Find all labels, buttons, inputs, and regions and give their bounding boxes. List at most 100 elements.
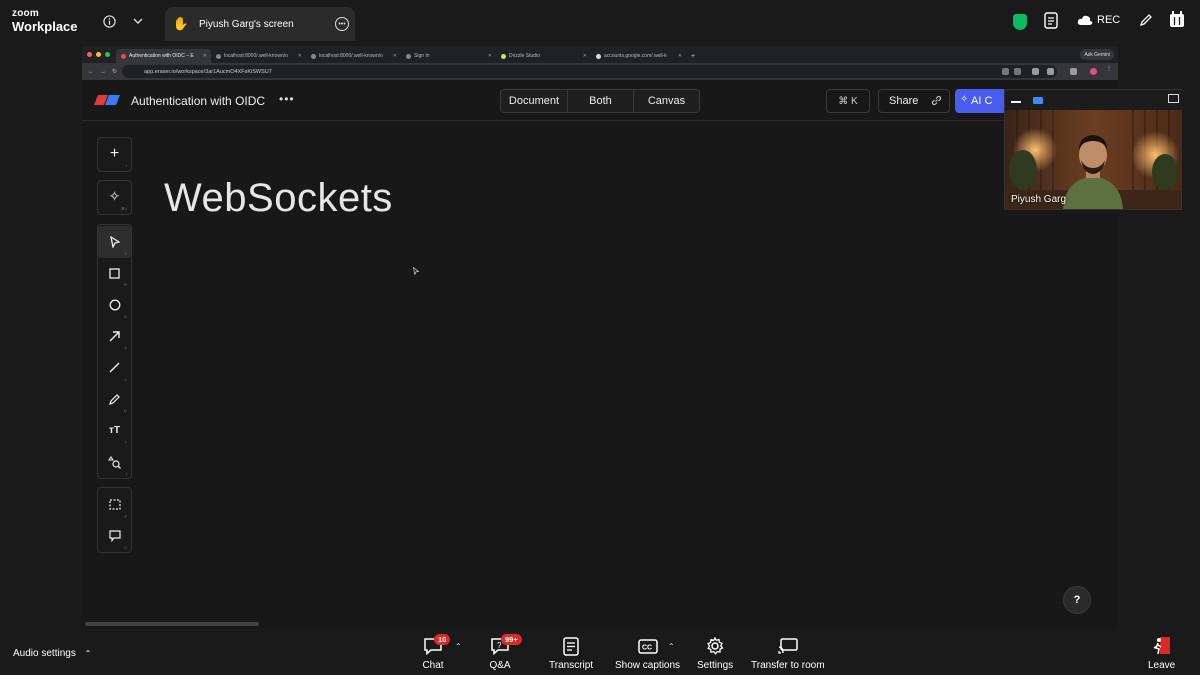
pencil-tool-button[interactable]: D — [98, 384, 131, 416]
add-button[interactable]: + / — [98, 138, 131, 170]
cloud-record-indicator[interactable]: REC — [1077, 14, 1120, 26]
comment-tool-button[interactable]: C — [98, 521, 131, 553]
canvas-ai-toolbar: ✧ ⌘J — [97, 180, 132, 215]
ai-diagram-button[interactable]: ✧ ⌘J — [98, 181, 131, 213]
chat-options-chevron-icon[interactable]: ⌃ — [455, 642, 462, 651]
svg-text:CC: CC — [642, 644, 652, 651]
ask-gemini-button[interactable]: Ask Gemini — [1080, 49, 1114, 60]
minimize-video-icon[interactable] — [1011, 101, 1021, 103]
view-mode-document[interactable]: Document — [501, 90, 568, 112]
close-tab-icon[interactable]: ✕ — [393, 53, 397, 59]
close-tab-icon[interactable]: ✕ — [678, 53, 682, 59]
annotate-pencil-icon[interactable] — [1139, 13, 1153, 27]
security-shield-icon[interactable] — [1013, 14, 1027, 30]
audio-settings-button[interactable]: Audio settings ⌃ — [13, 648, 91, 659]
maximize-window-icon[interactable] — [105, 52, 110, 57]
canvas-heading[interactable]: WebSockets — [164, 176, 393, 221]
share-button[interactable]: Share — [878, 89, 950, 113]
rec-label: REC — [1097, 14, 1121, 26]
select-tool-button[interactable]: V — [98, 226, 131, 258]
browser-tab[interactable]: accounts.google.com/.well-k ✕ — [591, 49, 686, 63]
video-view-icon[interactable] — [1033, 97, 1043, 104]
shape-search-tool-button[interactable]: I — [98, 447, 131, 479]
arrow-tool-button[interactable]: A — [98, 321, 131, 353]
zoom-logo-line2: Workplace — [12, 19, 78, 34]
view-mode-toggle: Document Both Canvas — [500, 89, 700, 113]
browser-tab[interactable]: localhost:8000/.well-known/o ✕ — [306, 49, 401, 63]
reload-icon[interactable]: ↻ — [112, 68, 117, 75]
extension-icon[interactable] — [1070, 68, 1077, 75]
tab-favicon-icon — [406, 53, 411, 59]
close-tab-icon[interactable]: ✕ — [298, 53, 302, 59]
profile-avatar[interactable] — [1090, 68, 1097, 75]
settings-button[interactable]: Settings — [697, 636, 733, 671]
link-icon[interactable] — [931, 95, 942, 109]
text-icon: ᴛT — [108, 425, 120, 437]
expand-video-icon[interactable] — [1168, 94, 1179, 103]
info-icon[interactable] — [100, 12, 118, 30]
bookmark-star-icon[interactable] — [1014, 68, 1021, 75]
transfer-to-room-button[interactable]: Transfer to room — [751, 636, 825, 671]
tab-label: accounts.google.com/.well-k — [604, 53, 667, 59]
title-more-icon[interactable]: ••• — [279, 92, 295, 106]
command-palette-button[interactable]: ⌘ K — [826, 89, 870, 113]
ellipse-tool-button[interactable]: O — [98, 289, 131, 321]
horizontal-scrollbar[interactable] — [85, 622, 259, 626]
extension-icon[interactable] — [1032, 68, 1039, 75]
pencil-icon — [109, 393, 120, 405]
forward-icon[interactable]: → — [100, 69, 106, 75]
chevron-down-icon[interactable] — [129, 12, 147, 30]
transcript-button[interactable]: Transcript — [549, 636, 593, 671]
shared-screen-tab[interactable]: ✋ Piyush Garg's screen ••• — [165, 7, 355, 41]
select-icon — [109, 235, 120, 248]
close-tab-icon[interactable]: ✕ — [488, 53, 492, 59]
more-options-icon[interactable]: ••• — [335, 17, 349, 31]
browser-tab[interactable]: Sign In ✕ — [401, 49, 496, 63]
browser-tab[interactable]: localhost:8000/.well-known/o ✕ — [211, 49, 306, 63]
eraser-logo-icon[interactable] — [94, 95, 120, 105]
minimize-window-icon[interactable] — [96, 52, 101, 57]
qa-badge: 99+ — [501, 634, 522, 645]
view-mode-both[interactable]: Both — [568, 90, 634, 112]
new-tab-icon[interactable]: + — [686, 49, 700, 63]
participant-video[interactable]: Piyush Garg — [1004, 89, 1183, 210]
text-tool-button[interactable]: ᴛT T — [98, 415, 131, 447]
browser-tab[interactable]: Authentication with OIDC – E ✕ — [116, 49, 211, 63]
arrow-icon — [109, 331, 120, 342]
close-tab-icon[interactable]: ✕ — [583, 53, 587, 59]
tab-favicon-icon — [216, 53, 221, 59]
gear-icon — [704, 636, 726, 656]
close-tab-icon[interactable]: ✕ — [203, 53, 207, 59]
notes-icon[interactable] — [1044, 12, 1058, 29]
zoom-bottom-bar: Audio settings ⌃ 10 Chat ⌃ ? 99+ Q&A Tra… — [0, 629, 1200, 675]
shared-screen: Authentication with OIDC – E ✕ localhost:… — [82, 46, 1118, 629]
back-icon[interactable]: ← — [88, 69, 94, 75]
leave-button[interactable]: Leave — [1148, 636, 1175, 671]
apps-icon[interactable] — [1169, 11, 1185, 28]
view-mode-canvas[interactable]: Canvas — [634, 90, 699, 112]
browser-tab[interactable]: Drizzle Studio ✕ — [496, 49, 591, 63]
tab-label: Drizzle Studio — [509, 53, 540, 59]
zoom-top-bar: zoom Workplace ✋ Piyush Garg's screen ••… — [0, 0, 1200, 42]
zoom-logo-line1: zoom — [12, 8, 39, 19]
chat-button[interactable]: 10 Chat — [422, 634, 451, 671]
url-text: app.eraser.io/workspace/3ar1AucmO4XFsKiS… — [144, 68, 272, 75]
zoom-lens-icon[interactable] — [1002, 68, 1009, 75]
close-window-icon[interactable] — [87, 52, 92, 57]
rectangle-tool-button[interactable]: R — [98, 258, 131, 290]
hand-icon: ✋ — [172, 16, 190, 31]
qa-button[interactable]: ? 99+ Q&A — [489, 634, 522, 671]
tab-favicon-icon — [501, 53, 506, 59]
captions-options-chevron-icon[interactable]: ⌃ — [668, 642, 675, 651]
frame-tool-button[interactable]: F — [98, 489, 131, 521]
extension-icon[interactable] — [1047, 68, 1054, 75]
help-button[interactable]: ? — [1063, 586, 1091, 614]
document-title[interactable]: Authentication with OIDC — [131, 94, 265, 108]
browser-menu-icon[interactable]: ⋮ — [1106, 65, 1113, 72]
transcript-label: Transcript — [549, 660, 594, 671]
rectangle-icon — [109, 268, 120, 279]
address-bar[interactable]: app.eraser.io/workspace/3ar1AucmO4XFsKiS… — [122, 65, 1057, 78]
tab-label: Authentication with OIDC – E — [129, 53, 194, 59]
share-label: Share — [889, 95, 919, 107]
line-tool-button[interactable]: L — [98, 352, 131, 384]
